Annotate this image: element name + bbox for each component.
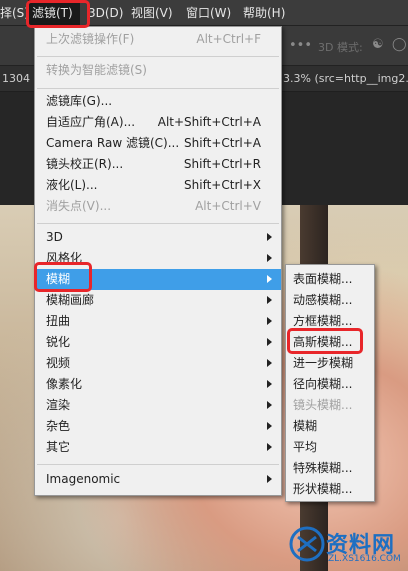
menu-3d[interactable]: 3D(D) (88, 0, 123, 26)
submenu-item-shape-blur[interactable]: 形状模糊... (286, 479, 374, 500)
menu-item-last-filter[interactable]: 上次滤镜操作(F) Alt+Ctrl+F (35, 29, 281, 50)
menu-item-3d[interactable]: 3D (35, 227, 281, 248)
menu-item-distort[interactable]: 扭曲 (35, 311, 281, 332)
menu-item-label: 杂色 (46, 419, 71, 433)
menu-item-sharpen[interactable]: 锐化 (35, 332, 281, 353)
menu-item-shortcut: Alt+Ctrl+V (195, 199, 261, 213)
filter-menu: 上次滤镜操作(F) Alt+Ctrl+F 转换为智能滤镜(S) 滤镜库(G)..… (34, 26, 282, 496)
menu-item-video[interactable]: 视频 (35, 353, 281, 374)
menu-view[interactable]: 视图(V) (131, 0, 173, 26)
menu-item-shortcut: Alt+Ctrl+F (196, 32, 261, 46)
submenu-arrow-icon (267, 422, 272, 430)
menu-item-blur-gallery[interactable]: 模糊画廊 (35, 290, 281, 311)
menu-item-label: 锐化 (46, 335, 71, 349)
menu-window[interactable]: 窗口(W) (186, 0, 231, 26)
menu-item-lens-correction[interactable]: 镜头校正(R)... Shift+Ctrl+R (35, 154, 281, 175)
menu-item-label: 消失点(V)... (46, 199, 112, 213)
menu-item-vanishing-point[interactable]: 消失点(V)... Alt+Ctrl+V (35, 196, 281, 217)
doc-tab-title[interactable]: 3.3% (src=http__img2.e (283, 72, 408, 85)
menu-item-camera-raw[interactable]: Camera Raw 滤镜(C)... Shift+Ctrl+A (35, 133, 281, 154)
menu-item-shortcut: Shift+Ctrl+A (184, 136, 261, 150)
menu-item-label: 上次滤镜操作(F) (46, 32, 135, 46)
menu-item-label: 镜头校正(R)... (46, 157, 124, 171)
menu-separator (37, 464, 279, 465)
watermark-url: ZL.XS1616.COM (328, 554, 401, 564)
submenu-arrow-icon (267, 338, 272, 346)
submenu-item-label: 模糊 (293, 419, 318, 433)
doc-tab-left-text[interactable]: 1304 (2, 72, 30, 85)
submenu-item-label: 平均 (293, 440, 318, 454)
menu-help[interactable]: 帮助(H) (243, 0, 285, 26)
blur-submenu: 表面模糊... 动感模糊... 方框模糊... 高斯模糊... 进一步模糊 径向… (285, 264, 375, 502)
submenu-arrow-icon (267, 475, 272, 483)
menu-item-label: 视频 (46, 356, 71, 370)
menu-item-label: 其它 (46, 440, 71, 454)
submenu-item-label: 形状模糊... (293, 482, 353, 496)
submenu-item-label: 表面模糊... (293, 272, 353, 286)
watermark-logo-icon (289, 526, 325, 562)
menu-item-label: 滤镜库(G)... (46, 94, 113, 108)
submenu-item-blur-more[interactable]: 进一步模糊 (286, 353, 374, 374)
menu-item-label: 像素化 (46, 377, 83, 391)
menu-item-imagenomic[interactable]: Imagenomic (35, 469, 281, 490)
submenu-item-blur[interactable]: 模糊 (286, 416, 374, 437)
menu-item-label: 液化(L)... (46, 178, 98, 192)
submenu-arrow-icon (267, 443, 272, 451)
annotation-box-filter-menu (26, 0, 90, 28)
menu-item-adaptive-wide-angle[interactable]: 自适应广角(A)... Alt+Shift+Ctrl+A (35, 112, 281, 133)
annotation-box-blur (34, 262, 92, 292)
menu-item-label: Imagenomic (46, 472, 121, 486)
menu-item-render[interactable]: 渲染 (35, 395, 281, 416)
submenu-item-label: 镜头模糊... (293, 398, 353, 412)
menu-item-label: Camera Raw 滤镜(C)... (46, 136, 180, 150)
submenu-item-motion-blur[interactable]: 动感模糊... (286, 290, 374, 311)
menu-select[interactable]: 择(S) (0, 0, 29, 26)
menu-item-shortcut: Alt+Shift+Ctrl+A (157, 115, 261, 129)
submenu-item-label: 特殊模糊... (293, 461, 353, 475)
watermark: 资料网 ZL.XS1616.COM (284, 521, 404, 569)
menu-item-label: 模糊画廊 (46, 293, 95, 307)
menu-separator (37, 223, 279, 224)
submenu-arrow-icon (267, 401, 272, 409)
3d-mode-label: 3D 模式: (318, 41, 363, 54)
menu-item-label: 渲染 (46, 398, 71, 412)
menu-item-label: 3D (46, 230, 63, 244)
menu-item-noise[interactable]: 杂色 (35, 416, 281, 437)
menu-item-shortcut: Shift+Ctrl+R (183, 157, 261, 171)
submenu-item-average[interactable]: 平均 (286, 437, 374, 458)
submenu-item-label: 进一步模糊 (293, 356, 354, 370)
submenu-arrow-icon (267, 254, 272, 262)
menu-item-label: 扭曲 (46, 314, 71, 328)
submenu-arrow-icon (267, 359, 272, 367)
menu-item-shortcut: Shift+Ctrl+X (184, 178, 261, 192)
menu-item-label: 自适应广角(A)... (46, 115, 136, 129)
submenu-item-radial-blur[interactable]: 径向模糊... (286, 374, 374, 395)
roll-icon[interactable]: ◯ (392, 37, 407, 52)
menu-separator (37, 88, 279, 89)
submenu-arrow-icon (267, 380, 272, 388)
orbit-icon[interactable]: ☯ (372, 37, 384, 52)
menu-item-label: 转换为智能滤镜(S) (46, 63, 147, 77)
annotation-box-gaussian-blur (287, 328, 363, 354)
submenu-item-smart-blur[interactable]: 特殊模糊... (286, 458, 374, 479)
more-icon[interactable]: ••• (289, 38, 312, 53)
submenu-item-label: 动感模糊... (293, 293, 353, 307)
menu-item-pixelate[interactable]: 像素化 (35, 374, 281, 395)
submenu-item-label: 径向模糊... (293, 377, 353, 391)
menu-item-other[interactable]: 其它 (35, 437, 281, 458)
menu-item-convert-smart-filter[interactable]: 转换为智能滤镜(S) (35, 60, 281, 81)
submenu-item-lens-blur[interactable]: 镜头模糊... (286, 395, 374, 416)
submenu-arrow-icon (267, 233, 272, 241)
menu-separator (37, 56, 279, 57)
submenu-item-surface-blur[interactable]: 表面模糊... (286, 269, 374, 290)
submenu-arrow-icon (267, 275, 272, 283)
submenu-arrow-icon (267, 317, 272, 325)
submenu-arrow-icon (267, 296, 272, 304)
menu-item-liquify[interactable]: 液化(L)... Shift+Ctrl+X (35, 175, 281, 196)
menu-item-filter-gallery[interactable]: 滤镜库(G)... (35, 91, 281, 112)
